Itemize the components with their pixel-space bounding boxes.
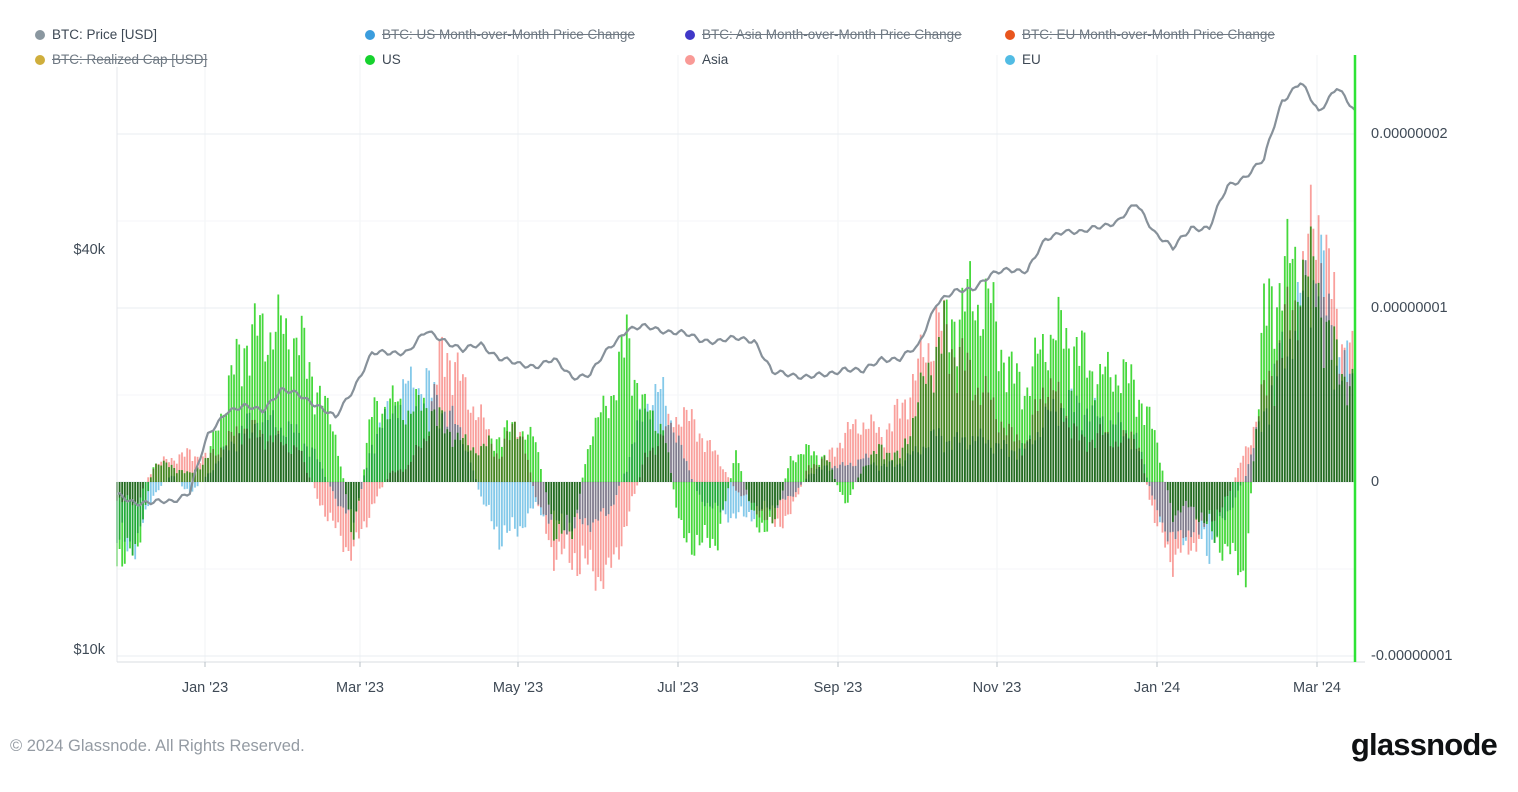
legend-label: BTC: Price [USD] bbox=[52, 27, 157, 42]
y-axis-left-tick-40k: $40k bbox=[45, 242, 105, 259]
x-axis-tick-jan24: Jan '24 bbox=[1134, 680, 1180, 697]
chart-legend: BTC: Price [USD] BTC: US Month-over-Mont… bbox=[35, 27, 1435, 67]
legend-item-eu-mom[interactable]: BTC: EU Month-over-Month Price Change bbox=[1005, 27, 1281, 42]
legend-label: US bbox=[382, 52, 401, 67]
asia-dot-icon bbox=[685, 55, 695, 65]
legend-label: Asia bbox=[702, 52, 728, 67]
legend-item-us-mom[interactable]: BTC: US Month-over-Month Price Change bbox=[365, 27, 641, 42]
btc-price-line bbox=[117, 84, 1355, 506]
y-axis-left-tick-10k: $10k bbox=[45, 642, 105, 659]
x-axis-tick-marks bbox=[205, 662, 1317, 667]
y-axis-right-tick-2e8: 0.00000002 bbox=[1371, 126, 1448, 143]
legend-label: BTC: Asia Month-over-Month Price Change bbox=[702, 27, 962, 42]
price-change-chart[interactable] bbox=[0, 0, 1518, 792]
legend-item-realized-cap[interactable]: BTC: Realized Cap [USD] bbox=[35, 52, 213, 67]
legend-label: BTC: EU Month-over-Month Price Change bbox=[1022, 27, 1275, 42]
x-axis-tick-sep23: Sep '23 bbox=[814, 680, 863, 697]
glassnode-chart-page: BTC: Price [USD] BTC: US Month-over-Mont… bbox=[0, 0, 1518, 792]
x-axis-tick-mar23: Mar '23 bbox=[336, 680, 384, 697]
y-axis-right-tick-0: 0 bbox=[1371, 474, 1379, 491]
legend-label: BTC: US Month-over-Month Price Change bbox=[382, 27, 635, 42]
x-axis-tick-jan23: Jan '23 bbox=[182, 680, 228, 697]
realized-cap-dot-icon bbox=[35, 55, 45, 65]
legend-item-us[interactable]: US bbox=[365, 52, 407, 67]
x-axis-tick-may23: May '23 bbox=[493, 680, 543, 697]
us-dot-icon bbox=[365, 55, 375, 65]
x-axis-tick-nov23: Nov '23 bbox=[973, 680, 1022, 697]
legend-item-eu[interactable]: EU bbox=[1005, 52, 1047, 67]
us-mom-dot-icon bbox=[365, 30, 375, 40]
eu-mom-dot-icon bbox=[1005, 30, 1015, 40]
legend-label: BTC: Realized Cap [USD] bbox=[52, 52, 207, 67]
legend-label: EU bbox=[1022, 52, 1041, 67]
gridlines bbox=[117, 55, 1355, 662]
eu-dot-icon bbox=[1005, 55, 1015, 65]
asia-mom-dot-icon bbox=[685, 30, 695, 40]
x-axis-tick-mar24: Mar '24 bbox=[1293, 680, 1341, 697]
y-axis-right-tick-neg1e8: -0.00000001 bbox=[1371, 648, 1452, 665]
legend-item-asia[interactable]: Asia bbox=[685, 52, 734, 67]
copyright-notice: © 2024 Glassnode. All Rights Reserved. bbox=[10, 737, 305, 756]
legend-item-btc-price[interactable]: BTC: Price [USD] bbox=[35, 27, 163, 42]
glassnode-logo: glassnode bbox=[1351, 727, 1497, 763]
y-axis-right-tick-1e8: 0.00000001 bbox=[1371, 300, 1448, 317]
legend-item-asia-mom[interactable]: BTC: Asia Month-over-Month Price Change bbox=[685, 27, 968, 42]
btc-price-dot-icon bbox=[35, 30, 45, 40]
x-axis-tick-jul23: Jul '23 bbox=[657, 680, 698, 697]
